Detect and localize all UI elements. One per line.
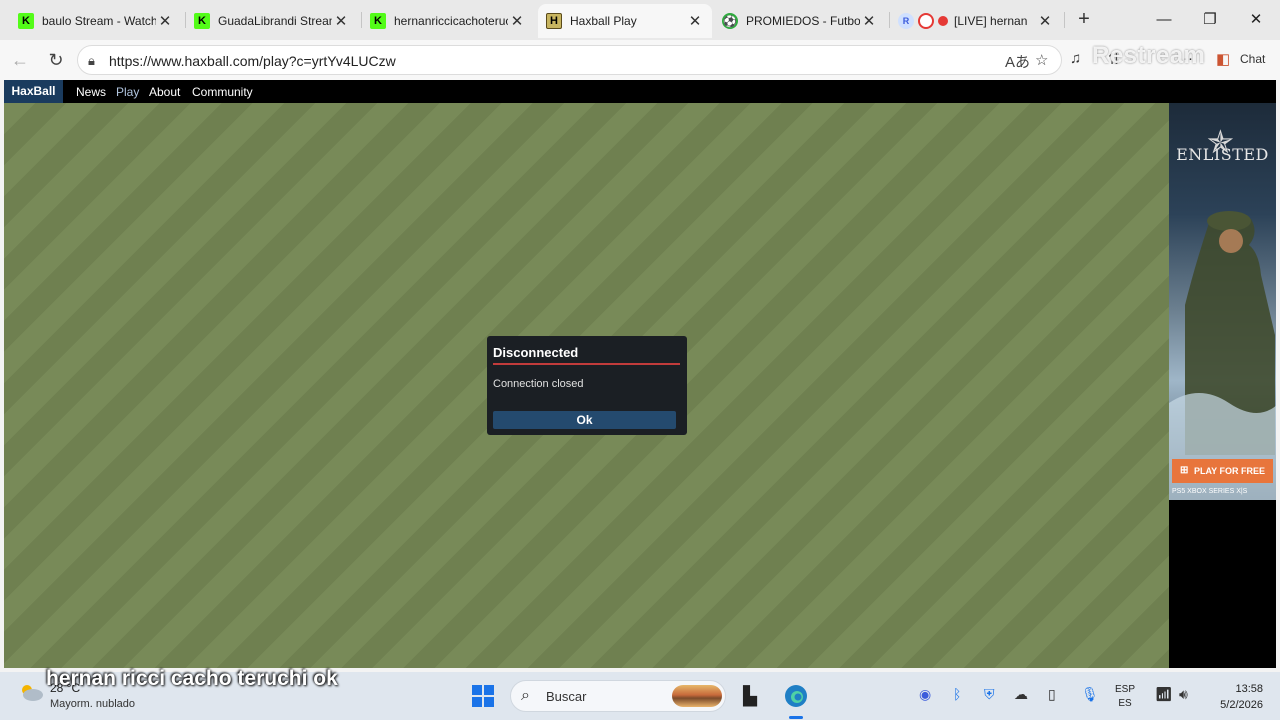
restream-watermark: Restream [1092, 42, 1206, 69]
tab-promiedos[interactable]: ⚽ PROMIEDOS - Futbol ✕ [714, 4, 886, 38]
dialog-message: Connection closed [493, 378, 584, 390]
ad-logo: ENLISTED [1176, 145, 1269, 164]
tab-strip: K baulo Stream - Watch ✕ K GuadaLibrandi… [0, 0, 1280, 40]
page-viewport: HaxBall News Play About Community ✯ ENLI… [4, 80, 1276, 668]
ad-play-button[interactable]: ⊞ PLAY FOR FREE [1172, 459, 1273, 483]
browser-toolbar: ← ↻ 🔒︎ https://www.haxball.com/play?c=yr… [0, 40, 1280, 80]
tab-kick-hernan[interactable]: K hernanriccicachoteruc ✕ [362, 4, 534, 38]
microphone-icon[interactable]: 🎙︎ [1081, 686, 1099, 703]
tab-kick-baulo[interactable]: K baulo Stream - Watch ✕ [10, 4, 182, 38]
language-code: ESP [1115, 684, 1136, 695]
tab-title: hernanriccicachoteruc [394, 14, 508, 28]
kick-favicon-icon: K [18, 13, 34, 29]
live-dot-icon [938, 16, 948, 26]
tab-title: baulo Stream - Watch [42, 14, 156, 28]
close-tab-icon[interactable]: ✕ [860, 12, 878, 30]
tab-kick-guada[interactable]: K GuadaLibrandi Stream ✕ [186, 4, 358, 38]
close-tab-icon[interactable]: ✕ [1036, 12, 1054, 30]
advertisement[interactable]: ✯ ENLISTED ⊞ PLAY FOR FREE PS5 XBOX SERI… [1169, 103, 1276, 668]
site-nav: HaxBall News Play About Community [4, 80, 1276, 103]
favorite-star-icon[interactable]: ☆ [1035, 51, 1048, 69]
close-tab-icon[interactable]: ✕ [156, 12, 174, 30]
usb-device-icon[interactable]: ▯ [1048, 686, 1056, 703]
ad-cta-label: PLAY FOR FREE [1193, 466, 1265, 476]
tab-separator [1064, 12, 1065, 28]
minimize-button[interactable]: — [1152, 8, 1176, 32]
dialog-divider [493, 363, 680, 365]
ad-platforms: PS5 XBOX SERIES X|S [1172, 488, 1248, 495]
address-bar[interactable]: 🔒︎ https://www.haxball.com/play?c=yrtYv4… [77, 45, 1062, 75]
tab-title: GuadaLibrandi Stream [218, 14, 332, 28]
restream-r-icon: R [898, 13, 914, 29]
close-tab-icon[interactable]: ✕ [508, 12, 526, 30]
nav-link-play[interactable]: Play [116, 85, 139, 99]
security-shield-icon[interactable]: ⛨ [984, 686, 995, 703]
tab-title: Haxball Play [570, 14, 637, 28]
bluetooth-icon[interactable]: ᛒ [953, 686, 961, 702]
keyboard-layout: ES [1118, 698, 1132, 709]
ok-button[interactable]: Ok [493, 411, 676, 429]
weather-condition[interactable]: Mayorm. nublado [50, 698, 135, 710]
soccer-ball-icon: ⚽ [722, 13, 738, 29]
nav-link-community[interactable]: Community [192, 85, 253, 99]
windows-icon: ⊞ [1180, 465, 1189, 476]
search-placeholder: Buscar [546, 689, 587, 704]
kick-favicon-icon: K [370, 13, 386, 29]
chat-button[interactable]: Chat [1240, 52, 1265, 66]
haxball-logo[interactable]: HaxBall [4, 80, 63, 103]
extension-music-icon[interactable]: ♫ [1070, 50, 1081, 67]
refresh-button[interactable]: ↻ [45, 49, 67, 71]
tray-app-icon[interactable]: ◉ [919, 686, 931, 703]
onedrive-cloud-icon[interactable]: ☁ [1014, 686, 1028, 703]
tab-title: [LIVE] hernan [954, 14, 1028, 28]
record-icon [918, 13, 934, 29]
partly-cloudy-icon[interactable] [18, 682, 44, 702]
tab-title: PROMIEDOS - Futbol [746, 14, 860, 28]
taskbar-search[interactable]: ⌕ Buscar [510, 680, 726, 712]
close-tab-icon[interactable]: ✕ [686, 12, 704, 30]
task-view-icon[interactable]: ▙ [738, 684, 762, 708]
haxball-favicon-icon: H [546, 13, 562, 29]
edge-app-icon[interactable] [784, 684, 808, 708]
search-icon: ⌕ [521, 687, 530, 704]
back-button[interactable]: ← [9, 49, 31, 71]
system-clock[interactable]: 13:58 5/2/2026 [1205, 681, 1263, 713]
tab-haxball[interactable]: H Haxball Play ✕ [538, 4, 712, 38]
close-window-button[interactable]: ✕ [1244, 8, 1268, 32]
tab-restream-live[interactable]: R [LIVE] hernan ✕ [890, 4, 1062, 38]
kick-favicon-icon: K [194, 13, 210, 29]
url-text: https://www.haxball.com/play?c=yrtYv4LUC… [109, 53, 396, 69]
start-button[interactable] [472, 685, 494, 707]
wifi-icon[interactable]: 📶︎ [1155, 686, 1173, 703]
nav-link-about[interactable]: About [149, 85, 180, 99]
stream-caption-overlay: hernan ricci cacho teruchi ok [46, 667, 338, 690]
translate-icon[interactable]: A͏あ [1005, 51, 1030, 72]
language-indicator[interactable]: ESP ES [1115, 683, 1135, 711]
clock-time: 13:58 [1235, 683, 1263, 695]
active-app-indicator [789, 716, 803, 719]
site-info-icon[interactable]: 🔒︎ [88, 53, 95, 69]
copilot-icon[interactable]: ◧ [1216, 50, 1230, 68]
windows-logo-icon [472, 685, 482, 695]
volume-icon[interactable]: 🔊︎ [1179, 686, 1188, 703]
close-tab-icon[interactable]: ✕ [332, 12, 350, 30]
nav-link-news[interactable]: News [76, 85, 106, 99]
dialog-title: Disconnected [493, 345, 579, 360]
new-tab-button[interactable]: + [1073, 8, 1095, 30]
restore-button[interactable]: ❐ [1198, 8, 1222, 32]
disconnected-dialog: Disconnected Connection closed Ok [487, 336, 687, 435]
search-highlight-image[interactable] [672, 685, 722, 707]
clock-date: 5/2/2026 [1220, 699, 1263, 711]
